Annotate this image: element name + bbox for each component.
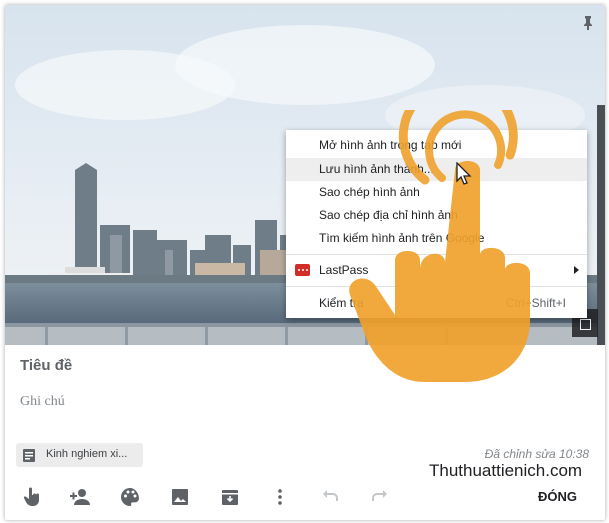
hand-pointer-icon[interactable]	[20, 485, 44, 509]
add-person-icon[interactable]	[68, 485, 92, 509]
menu-item-label: Sao chép hình ảnh	[319, 185, 420, 199]
edited-timestamp: Đã chỉnh sửa 10:38	[484, 447, 589, 461]
menu-item-label: LastPass	[319, 263, 369, 277]
note-body-input[interactable]: Ghi chú	[20, 394, 65, 410]
menu-item-copy-image[interactable]: Sao chép hình ảnh	[286, 181, 587, 204]
label-chip[interactable]: Kinh nghiem xi...	[16, 443, 143, 467]
mouse-cursor-icon	[456, 162, 472, 185]
menu-separator	[286, 286, 587, 287]
redo-icon[interactable]	[368, 485, 392, 509]
menu-item-lastpass[interactable]: LastPass	[286, 259, 587, 282]
note-icon	[23, 449, 35, 462]
close-button[interactable]: ĐÓNG	[538, 489, 577, 504]
note-toolbar: ĐÓNG	[5, 477, 605, 517]
menu-item-search-image-google[interactable]: Tìm kiếm hình ảnh trên Google	[286, 227, 587, 250]
pin-icon[interactable]	[581, 15, 595, 31]
lastpass-icon	[295, 264, 310, 276]
image-icon[interactable]	[168, 485, 192, 509]
label-chip-text: Kinh nghiem xi...	[46, 448, 128, 460]
menu-item-save-image-as[interactable]: Lưu hình ảnh thành...	[286, 158, 587, 181]
undo-icon[interactable]	[318, 485, 342, 509]
menu-item-copy-image-address[interactable]: Sao chép địa chỉ hình ảnh	[286, 204, 587, 227]
menu-separator	[286, 254, 587, 255]
more-vert-icon[interactable]	[268, 485, 292, 509]
menu-item-label: Tìm kiếm hình ảnh trên Google	[319, 231, 485, 245]
menu-item-label: Mở hình ảnh trong tab mới	[319, 138, 462, 152]
menu-item-label: Sao chép địa chỉ hình ảnh	[319, 208, 458, 222]
context-menu: Mở hình ảnh trong tab mới Lưu hình ảnh t…	[286, 130, 587, 318]
menu-item-label: Kiểm tra	[319, 296, 364, 310]
palette-icon[interactable]	[118, 485, 142, 509]
menu-item-open-image-new-tab[interactable]: Mở hình ảnh trong tab mới	[286, 134, 587, 157]
menu-item-label: Lưu hình ảnh thành...	[319, 162, 434, 176]
note-title-input[interactable]: Tiêu đề	[20, 357, 72, 374]
submenu-arrow-icon	[574, 266, 579, 274]
menu-item-inspect[interactable]: Kiểm tra Ctrl+Shift+I	[286, 292, 587, 315]
menu-item-shortcut: Ctrl+Shift+I	[505, 296, 566, 310]
archive-icon[interactable]	[218, 485, 242, 509]
